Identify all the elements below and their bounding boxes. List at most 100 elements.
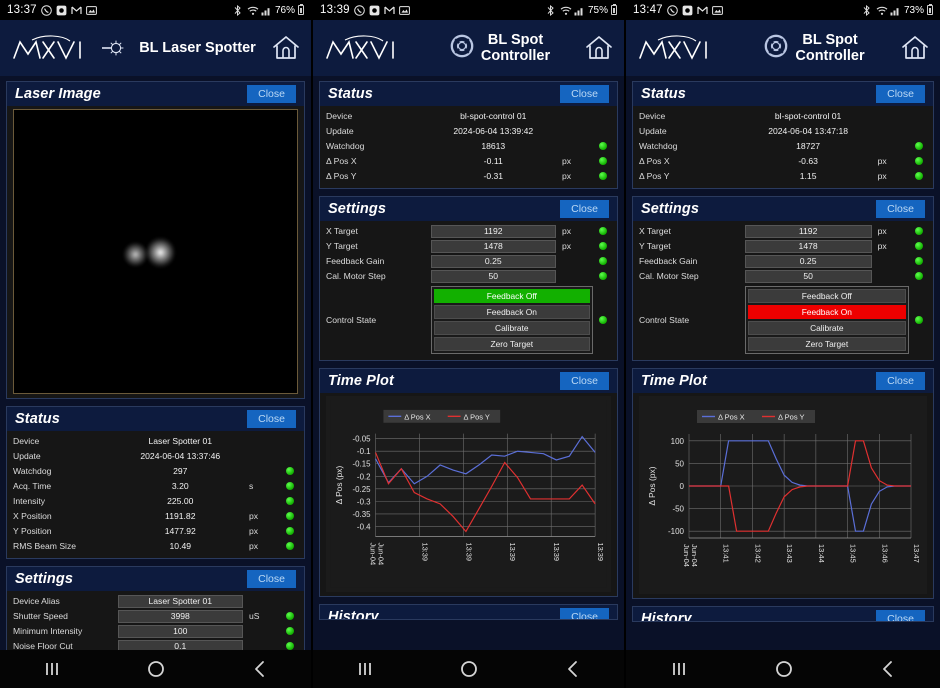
input-field[interactable] [117,624,243,638]
control-state-row: Control State Feedback Off Feedback On Cali… [326,284,611,356]
card-header-time-plot: Time Plot Close [320,369,617,393]
close-button-settings[interactable]: Close [247,570,296,588]
status-led [915,172,923,181]
close-button-time-plot[interactable]: Close [560,372,609,390]
row-led [282,527,298,536]
close-button-history[interactable]: Close [876,610,925,621]
input-field[interactable] [430,239,556,253]
control-option-feedback-on[interactable]: Feedback On [433,305,590,319]
card-header-laser-image: Laser Image Close [7,82,304,106]
control-state-buttons[interactable]: Feedback Off Feedback On Calibrate Zero Tar… [430,286,593,354]
table-row: Δ Pos Y 1.15 px [639,169,927,184]
control-option-feedback-on[interactable]: Feedback On [747,305,906,319]
table-row: Update 2024-06-04 13:37:46 [13,449,298,464]
card-header-settings: Settings Close [633,197,933,221]
close-button-settings[interactable]: Close [560,200,609,218]
home-circle-icon[interactable] [458,658,480,680]
svg-text:-0.2: -0.2 [357,472,371,481]
close-button-history[interactable]: Close [560,607,609,619]
row-label: Device Alias [13,596,60,607]
close-button-status[interactable]: Close [560,85,609,103]
close-button-time-plot[interactable]: Close [876,372,925,390]
whatsapp-icon [666,4,678,16]
clock: 13:37 [7,4,37,16]
home-circle-icon[interactable] [145,658,167,680]
app-header: BL Laser Spotter [0,20,311,76]
status-led [286,482,294,491]
close-button-status[interactable]: Close [247,410,296,428]
input-field[interactable] [430,254,556,268]
card-body-laser-image [7,106,304,398]
messenger-icon [384,5,395,16]
card-title-time-plot: Time Plot [328,373,394,389]
home-circle-icon[interactable] [773,658,795,680]
close-button-laser-image[interactable]: Close [247,85,296,103]
svg-text:-100: -100 [668,527,685,536]
close-button-settings[interactable]: Close [876,200,925,218]
row-label: Noise Floor Cut [13,641,73,650]
home-icon[interactable] [584,34,614,62]
table-row: Watchdog 297 [13,464,298,479]
input-field[interactable] [744,239,872,253]
svg-text:Δ Pos X: Δ Pos X [718,413,745,422]
row-unit: px [561,241,572,252]
input-field[interactable] [744,224,872,238]
svg-text:-0.25: -0.25 [353,485,372,494]
input-field[interactable] [744,254,872,268]
wifi-icon [247,5,259,16]
status-led [599,242,607,251]
input-field[interactable] [430,269,556,283]
table-row: X Target px [639,224,927,239]
recents-icon[interactable] [354,659,376,679]
card-header-history: History Close [633,607,933,621]
card-body-settings: Device Alias Shutter Speed uS Minimum Inten… [7,591,304,650]
input-field[interactable] [117,639,243,650]
card-header-settings: Settings Close [320,197,617,221]
row-led [595,242,611,251]
row-led [595,227,611,236]
back-icon[interactable] [878,659,898,679]
content-area: Status Close Device bl-spot-control 01 Updat… [313,76,624,650]
svg-text:-0.4: -0.4 [357,522,371,531]
row-led [911,127,927,135]
svg-text:-0.35: -0.35 [353,510,372,519]
row-label: X Position [13,511,52,522]
app-icon [56,5,67,16]
back-icon[interactable] [250,659,270,679]
table-row: Update 2024-06-04 13:47:18 [639,124,927,139]
input-field[interactable] [430,224,556,238]
row-label: Watchdog [639,141,678,152]
svg-text:13:39: 13:39 [464,542,473,561]
back-icon[interactable] [563,659,583,679]
row-unit: uS [248,611,260,622]
system-status-bar: 13:47 73% [626,0,940,20]
control-option-calibrate[interactable]: Calibrate [433,321,590,335]
status-led [599,172,607,181]
status-led [599,227,607,236]
table-row: Update 2024-06-04 13:39:42 [326,124,611,139]
input-field[interactable] [117,594,243,608]
input-field[interactable] [744,269,872,283]
control-option-feedback-off[interactable]: Feedback Off [433,289,590,303]
spotter-glyph-icon [102,39,124,57]
recents-icon[interactable] [668,659,690,679]
svg-text:-50: -50 [672,505,684,514]
control-option-zero-target[interactable]: Zero Target [433,337,590,351]
page-title: BL Spot Controller [415,32,584,64]
home-icon[interactable] [271,34,301,62]
control-option-feedback-off[interactable]: Feedback Off [747,289,906,303]
status-led-empty [286,597,294,605]
control-option-calibrate[interactable]: Calibrate [747,321,906,335]
row-led [282,627,298,636]
control-state-buttons[interactable]: Feedback Off Feedback On Calibrate Zero Tar… [744,286,909,354]
table-row: Y Target px [326,239,611,254]
close-button-status[interactable]: Close [876,85,925,103]
row-label: X Target [639,226,671,237]
recents-icon[interactable] [41,659,63,679]
control-option-zero-target[interactable]: Zero Target [747,337,906,351]
svg-text:13:44: 13:44 [817,544,826,563]
input-field[interactable] [117,609,243,623]
home-icon[interactable] [900,34,930,62]
row-label: Intensity [13,496,46,507]
table-row: Noise Floor Cut [13,639,298,650]
